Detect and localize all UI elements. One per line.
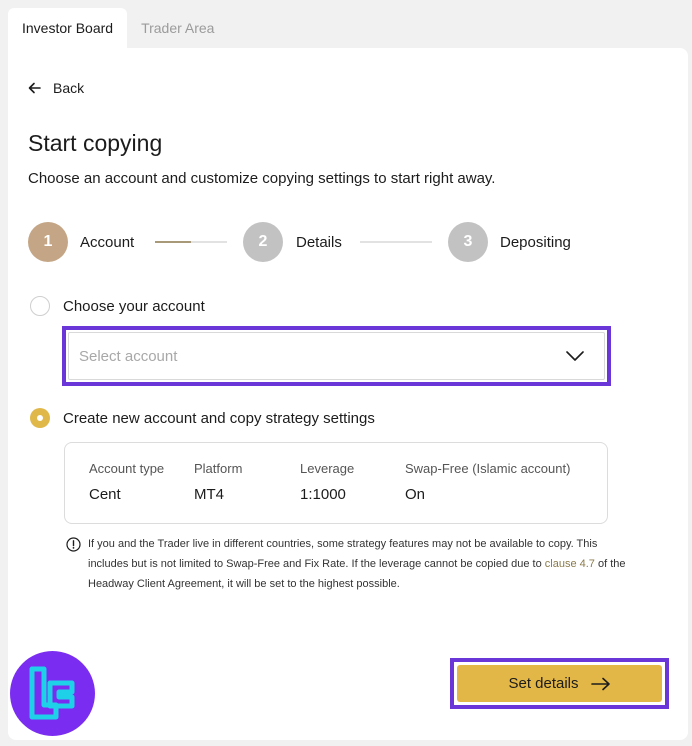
info-icon xyxy=(66,537,81,552)
logo-icon xyxy=(29,666,75,720)
disclaimer-note: If you and the Trader live in different … xyxy=(66,534,626,594)
select-account-placeholder: Select account xyxy=(79,347,178,365)
step-2-number: 2 xyxy=(243,222,283,262)
page-subtitle: Choose an account and customize copying … xyxy=(28,170,496,187)
brand-logo xyxy=(10,651,95,736)
detail-value: 1:1000 xyxy=(300,486,346,503)
choose-account-label: Choose your account xyxy=(63,298,205,315)
detail-value: MT4 xyxy=(194,486,224,503)
select-account-dropdown[interactable]: Select account xyxy=(68,332,605,380)
create-account-radio[interactable] xyxy=(30,408,50,428)
choose-account-radio[interactable] xyxy=(30,296,50,316)
detail-leverage: Leverage 1:1000 xyxy=(300,461,354,503)
disclaimer-text-before: If you and the Trader live in different … xyxy=(88,538,598,570)
step-3-number: 3 xyxy=(448,222,488,262)
detail-value: Cent xyxy=(89,486,121,503)
clause-link[interactable]: clause 4.7 xyxy=(545,558,595,570)
set-details-label: Set details xyxy=(508,675,579,692)
detail-platform: Platform MT4 xyxy=(194,461,242,503)
back-link[interactable]: Back xyxy=(28,80,84,96)
detail-swap-free: Swap-Free (Islamic account) On xyxy=(405,461,570,503)
detail-header: Leverage xyxy=(300,461,355,476)
account-settings-box: Account type Cent Platform MT4 Leverage … xyxy=(64,442,608,524)
step-2-label: Details xyxy=(296,234,342,251)
tab-bar: Investor Board Trader Area xyxy=(8,8,228,48)
step-1-number: 1 xyxy=(28,222,68,262)
page-title: Start copying xyxy=(28,130,163,156)
detail-account-type: Account type Cent xyxy=(89,461,164,503)
arrow-left-icon xyxy=(28,82,41,94)
step-1-connector xyxy=(155,241,227,243)
create-account-label: Create new account and copy strategy set… xyxy=(63,410,375,427)
back-label: Back xyxy=(53,80,85,96)
select-account-highlight: Select account xyxy=(62,326,611,386)
detail-header: Account type xyxy=(89,461,165,476)
chevron-down-icon xyxy=(566,351,584,361)
detail-value: On xyxy=(405,486,426,503)
step-1-label: Account xyxy=(80,234,135,251)
step-1-progress xyxy=(155,241,191,243)
detail-header: Platform xyxy=(194,461,243,476)
set-details-highlight: Set details xyxy=(450,658,669,709)
arrow-right-icon xyxy=(590,677,610,690)
tab-trader-area[interactable]: Trader Area xyxy=(127,8,228,48)
detail-header: Swap-Free (Islamic account) xyxy=(405,461,571,476)
step-3-label: Depositing xyxy=(500,234,571,251)
set-details-button[interactable]: Set details xyxy=(457,665,662,702)
tab-investor-board[interactable]: Investor Board xyxy=(8,8,128,48)
disclaimer-text: If you and the Trader live in different … xyxy=(66,534,626,594)
step-2-connector xyxy=(360,241,432,243)
